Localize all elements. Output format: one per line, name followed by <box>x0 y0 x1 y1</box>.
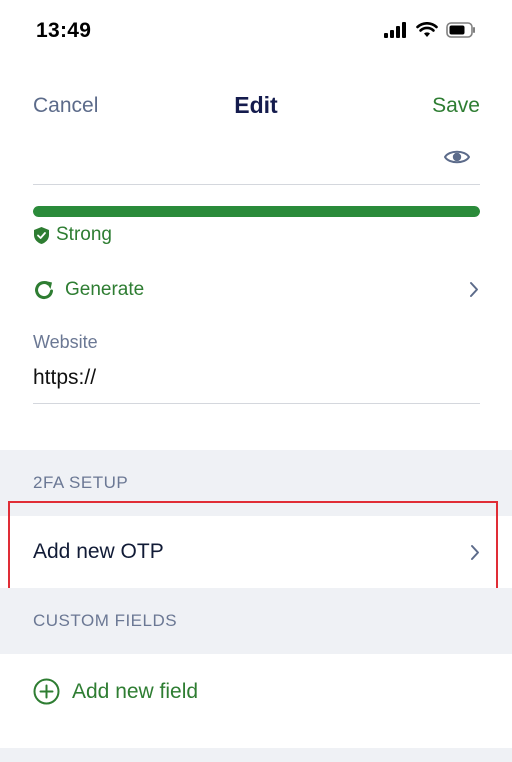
section-2fa-setup: 2FA SETUP <box>0 450 512 516</box>
password-strength-bar <box>33 206 480 217</box>
battery-icon <box>446 22 475 38</box>
section-header-2fa: 2FA SETUP <box>33 473 129 492</box>
website-field[interactable]: https:// <box>33 358 480 404</box>
password-strength-fill <box>33 206 480 217</box>
section-custom-fields: CUSTOM FIELDS <box>0 588 512 654</box>
website-value: https:// <box>33 366 97 389</box>
website-label: Website <box>33 332 98 352</box>
wifi-icon <box>416 22 438 37</box>
status-time: 13:49 <box>36 19 92 42</box>
signal-icon <box>384 22 406 38</box>
add-new-field-content: Add new field <box>33 678 198 705</box>
save-button[interactable]: Save <box>432 94 480 118</box>
status-icons <box>384 22 476 38</box>
refresh-icon <box>35 281 53 300</box>
generate-password-button[interactable]: Generate <box>33 270 483 310</box>
generate-label: Generate <box>65 279 145 300</box>
plus-circle-icon <box>33 678 60 705</box>
add-new-otp-button[interactable]: Add new OTP <box>0 516 512 588</box>
password-strength-indicator: Strong <box>33 224 112 246</box>
eye-icon[interactable] <box>443 148 471 171</box>
section-header-custom-fields: CUSTOM FIELDS <box>33 611 178 630</box>
chevron-right-icon <box>470 544 480 566</box>
chevron-right-icon <box>469 281 479 303</box>
add-new-field-button[interactable]: Add new field <box>0 654 512 748</box>
shield-check-icon <box>34 226 49 244</box>
nav-bar: Cancel Edit Save <box>0 80 512 134</box>
add-new-field-label: Add new field <box>72 679 199 703</box>
bottom-section-band <box>0 748 512 762</box>
status-bar: 13:49 <box>0 0 512 62</box>
password-strength-label: Strong <box>56 224 112 245</box>
password-field[interactable] <box>33 140 480 185</box>
add-new-otp-label: Add new OTP <box>33 540 164 563</box>
